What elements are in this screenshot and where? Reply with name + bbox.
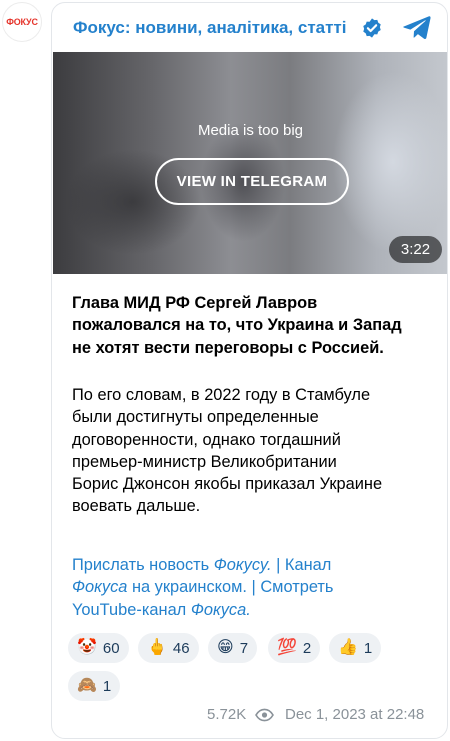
post-body-line: По его словам, в 2022 году в Стамбуле	[72, 386, 371, 404]
reaction-count: 1	[363, 639, 373, 657]
post-body-line: премьер-министр Великобритании	[72, 452, 337, 471]
reaction-clown[interactable]: 🤡 60	[68, 633, 129, 663]
view-count: 5.72K	[207, 706, 247, 723]
post-body: По его словам, в 2022 году в Стамбуле бы…	[72, 384, 442, 518]
post-lead-line: не хотят вести переговоры с Россией.	[72, 338, 384, 357]
post-card: Фокус: новини, аналітика, статті Media i…	[51, 2, 448, 739]
channel-avatar[interactable]: ФОКУС	[2, 2, 42, 42]
post-body-line: договоренности, однако тогдашний	[72, 430, 341, 449]
eye-icon	[255, 708, 274, 722]
post-lead-line: Глава МИД РФ Сергей Лавров	[72, 294, 318, 312]
reaction-see-no-evil[interactable]: 🙈 1	[68, 671, 121, 701]
video-preview[interactable]: Media is too big VIEW IN TELEGRAM 3:22	[53, 52, 447, 274]
reaction-hundred[interactable]: 💯 2	[268, 633, 321, 663]
grin-emoji-icon: 😁	[217, 639, 234, 656]
post-body-line: были достигнуты определенные	[72, 408, 319, 427]
middle-finger-emoji-icon: 🖕	[147, 639, 167, 656]
watch-youtube-link-label[interactable]: Смотреть	[260, 578, 333, 596]
reaction-count: 1	[102, 677, 112, 695]
reaction-count: 2	[302, 639, 312, 657]
channel-name-link[interactable]: Фокус: новини, аналітика, статті	[73, 18, 347, 38]
post-body-line: воевать дальше.	[72, 497, 201, 516]
link-separator: |	[271, 556, 285, 574]
youtube-channel-link[interactable]: YouTube-канал Фокуса.	[72, 601, 251, 619]
see-no-evil-monkey-emoji-icon: 🙈	[77, 677, 97, 694]
post-body-line: Борис Джонсон якобы приказал Украине	[72, 475, 383, 494]
clown-emoji-icon: 🤡	[77, 639, 97, 656]
video-duration-badge: 3:22	[389, 236, 442, 263]
ukrainian-channel-link-label[interactable]: Канал	[285, 556, 331, 574]
view-in-telegram-button[interactable]: VIEW IN TELEGRAM	[155, 158, 349, 205]
post-lead: Глава МИД РФ Сергей Лавров пожаловался н…	[72, 292, 442, 359]
send-news-link[interactable]: Прислать новость Фокусу.	[72, 556, 272, 574]
post-links: Прислать новость Фокусу. | Канал Фокуса …	[72, 554, 442, 621]
link-separator: |	[246, 578, 261, 597]
thumbs-up-emoji-icon: 👍	[338, 639, 358, 656]
hundred-emoji-icon: 💯	[277, 639, 297, 656]
reaction-count: 60	[102, 639, 120, 657]
telegram-icon[interactable]	[403, 14, 431, 40]
reaction-middle-finger[interactable]: 🖕 46	[138, 633, 199, 663]
post-footer: 5.72K Dec 1, 2023 at 22:48	[52, 706, 447, 726]
ukrainian-channel-link[interactable]: Фокуса на украинском.	[72, 578, 247, 596]
verified-icon	[363, 18, 381, 38]
avatar-logo-text: ФОКУС	[6, 17, 38, 27]
reaction-thumbs-up[interactable]: 👍 1	[329, 633, 382, 663]
reaction-grin[interactable]: 😁 7	[208, 633, 258, 663]
post-date-link[interactable]: Dec 1, 2023 at 22:48	[285, 706, 424, 723]
post-header: Фокус: новини, аналітика, статті	[52, 3, 447, 51]
post-lead-line: пожаловался на то, что Украина и Запад	[72, 316, 402, 335]
reaction-count: 46	[172, 639, 190, 657]
reaction-count: 7	[239, 639, 249, 657]
media-too-big-message: Media is too big	[197, 122, 304, 139]
